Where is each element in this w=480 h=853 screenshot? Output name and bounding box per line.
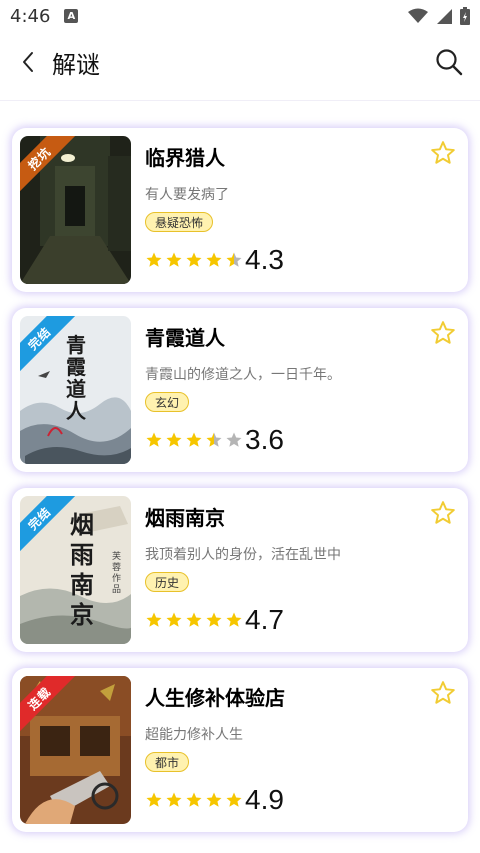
star-empty-icon [226, 432, 242, 447]
star-rating [145, 791, 243, 809]
search-button[interactable] [434, 47, 464, 77]
cover-title: 烟雨南京 [70, 510, 94, 629]
book-card[interactable]: 完结 青霞道人 青霞道人 青霞山的修道之人，一日千年。 玄幻 3.6 [12, 308, 468, 472]
book-description: 超能力修补人生 [145, 727, 243, 743]
star-filled-icon [226, 612, 242, 627]
rating-score: 4.3 [245, 244, 284, 275]
cover-author: 芙蓉 作品 [112, 552, 122, 595]
star-outline-icon[interactable] [430, 680, 456, 706]
app-bar: 解谜 [0, 32, 480, 92]
rating: 4.9 [145, 784, 284, 816]
rating: 4.3 [145, 244, 284, 276]
rating-score: 4.9 [245, 784, 284, 815]
book-card[interactable]: 挖坑 临界猎人 有人要发病了 悬疑恐怖 4.3 [12, 128, 468, 292]
book-description: 青霞山的修道之人，一日千年。 [145, 367, 341, 383]
cover-title: 青霞道人 [66, 333, 86, 423]
star-filled-icon [186, 792, 202, 807]
star-filled-icon [226, 792, 242, 807]
star-half-icon [206, 432, 222, 447]
book-card[interactable]: 完结 烟雨南京 芙蓉 作品 烟雨南京 我顶着别人的身份，活在乱世中 历史 4.7 [12, 488, 468, 652]
book-title: 人生修补体验店 [145, 686, 285, 710]
header-divider [0, 100, 480, 101]
status-bar: 4:46 A [0, 0, 480, 32]
star-filled-icon [146, 252, 162, 267]
book-title: 临界猎人 [145, 146, 225, 170]
chevron-left-icon [23, 52, 33, 72]
star-rating [145, 251, 243, 269]
book-card[interactable]: 连载 人生修补体验店 超能力修补人生 都市 4.9 [12, 668, 468, 832]
book-cover: 完结 青霞道人 [20, 316, 131, 464]
star-outline-icon[interactable] [430, 320, 456, 346]
star-rating [145, 611, 243, 629]
signal-icon [437, 9, 452, 24]
star-filled-icon [206, 252, 222, 267]
book-title: 烟雨南京 [145, 506, 225, 530]
star-filled-icon [166, 252, 182, 267]
star-filled-icon [186, 612, 202, 627]
star-rating [145, 431, 243, 449]
status-time: 4:46 [10, 5, 51, 27]
star-filled-icon [146, 792, 162, 807]
wifi-icon [408, 8, 428, 23]
back-button[interactable] [16, 50, 40, 74]
book-title: 青霞道人 [145, 326, 225, 350]
rating: 3.6 [145, 424, 284, 456]
genre-tag: 都市 [145, 752, 190, 772]
status-icons [408, 7, 470, 25]
rating: 4.7 [145, 604, 284, 636]
star-filled-icon [166, 612, 182, 627]
star-filled-icon [206, 792, 222, 807]
genre-tag: 历史 [145, 572, 190, 592]
book-description: 有人要发病了 [145, 187, 229, 203]
star-filled-icon [166, 432, 182, 447]
genre-tag: 悬疑恐怖 [145, 212, 214, 232]
book-description: 我顶着别人的身份，活在乱世中 [145, 547, 341, 563]
star-half-icon [226, 252, 242, 267]
rating-score: 4.7 [245, 604, 284, 635]
battery-icon [460, 7, 470, 25]
star-filled-icon [186, 432, 202, 447]
star-filled-icon [186, 252, 202, 267]
a-icon: A [64, 9, 79, 23]
genre-tag: 玄幻 [145, 392, 190, 412]
star-filled-icon [166, 792, 182, 807]
star-filled-icon [206, 612, 222, 627]
page-title: 解谜 [52, 50, 100, 79]
book-cover: 连载 [20, 676, 131, 824]
book-cover: 挖坑 [20, 136, 131, 284]
star-filled-icon [146, 612, 162, 627]
star-filled-icon [146, 432, 162, 447]
book-list: 挖坑 临界猎人 有人要发病了 悬疑恐怖 4.3 完结 青霞道人 青霞道人 青霞山… [12, 128, 470, 848]
star-outline-icon[interactable] [430, 500, 456, 526]
star-outline-icon[interactable] [430, 140, 456, 166]
search-icon [436, 49, 463, 76]
rating-score: 3.6 [245, 424, 284, 455]
book-cover: 完结 烟雨南京 芙蓉 作品 [20, 496, 131, 644]
